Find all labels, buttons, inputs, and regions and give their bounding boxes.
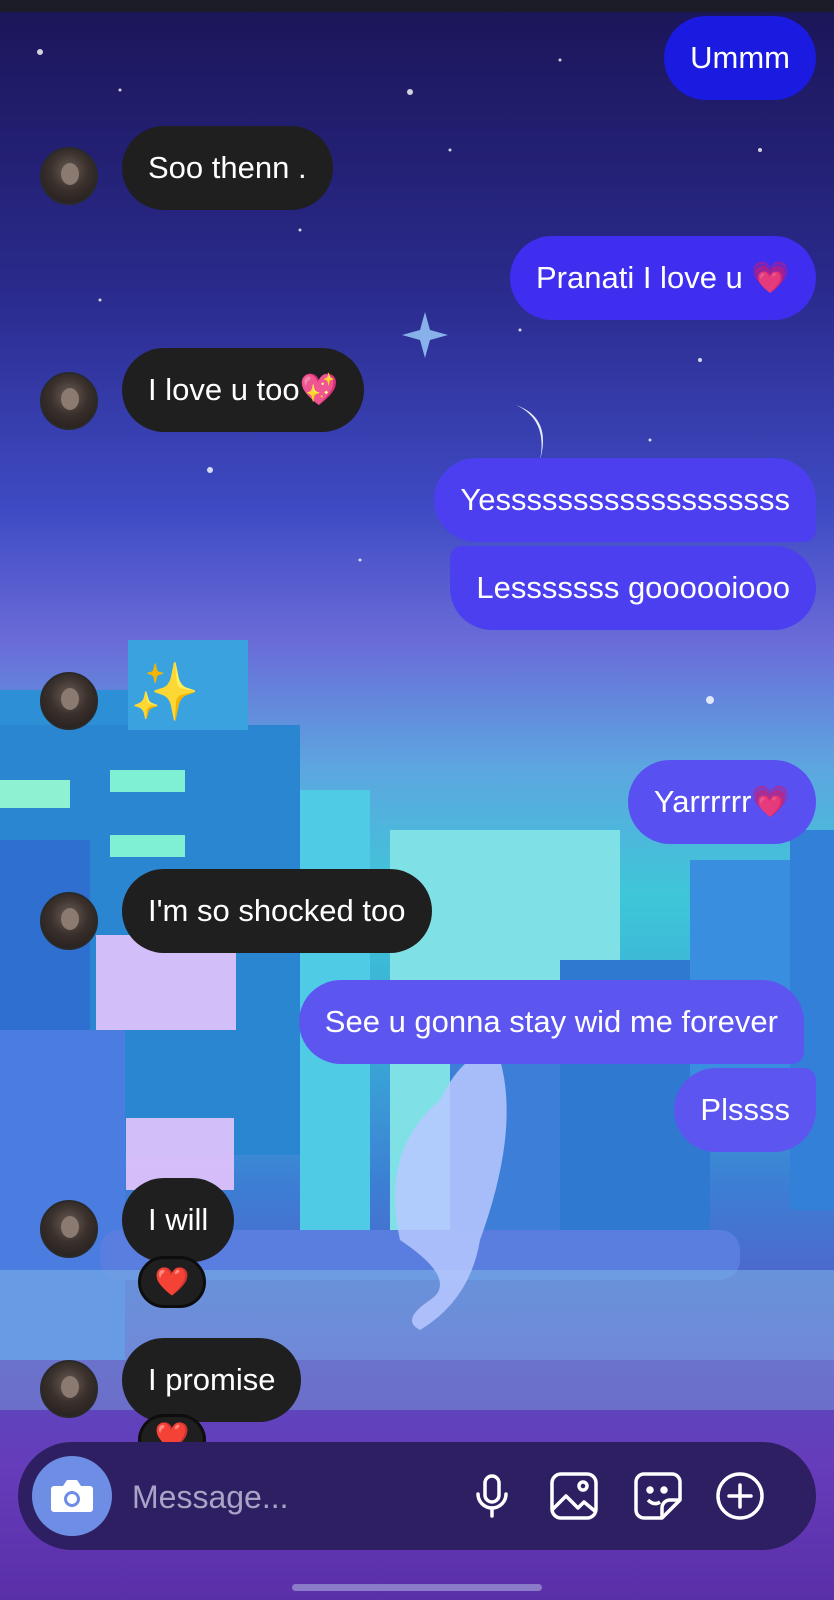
contact-avatar[interactable] [40,147,98,205]
camera-icon [51,1480,93,1512]
message-bubble-outgoing[interactable]: Yarrrrrr💗 [627,760,816,844]
heart-reaction[interactable]: ❤️ [138,1256,206,1308]
image-icon[interactable] [548,1470,600,1522]
message-bubble-outgoing[interactable]: See u gonna stay wid me forever [298,980,804,1064]
message-bubble-outgoing[interactable]: Ummm [664,16,816,100]
message-composer [18,1442,816,1550]
message-bubble-outgoing[interactable]: Pranati I love u 💗 [510,236,816,320]
contact-avatar[interactable] [40,372,98,430]
message-bubble-outgoing[interactable]: Yesssssssssssssssssss [434,458,816,542]
message-bubble-incoming[interactable]: I love u too💖 [122,348,365,432]
home-indicator[interactable] [292,1584,542,1591]
message-bubble-outgoing[interactable]: Plssss [674,1068,816,1152]
message-bubble-incoming[interactable]: I'm so shocked too [122,869,432,953]
sticker-icon[interactable] [632,1470,684,1522]
sparkles-emoji-message[interactable]: ✨ [130,662,200,722]
message-bubble-incoming[interactable]: Soo thenn . [122,126,333,210]
message-input[interactable] [130,1468,434,1526]
plus-circle-icon[interactable] [714,1470,766,1522]
microphone-icon[interactable] [466,1470,518,1522]
message-bubble-incoming[interactable]: I promise [122,1338,302,1422]
message-bubble-outgoing[interactable]: Lesssssss goooooiooo [450,546,816,630]
message-bubble-incoming[interactable]: I will [122,1178,235,1262]
contact-avatar[interactable] [40,1200,98,1258]
contact-avatar[interactable] [40,892,98,950]
contact-avatar[interactable] [40,672,98,730]
contact-avatar[interactable] [40,1360,98,1418]
status-bar [0,0,834,12]
camera-button[interactable] [32,1456,112,1536]
